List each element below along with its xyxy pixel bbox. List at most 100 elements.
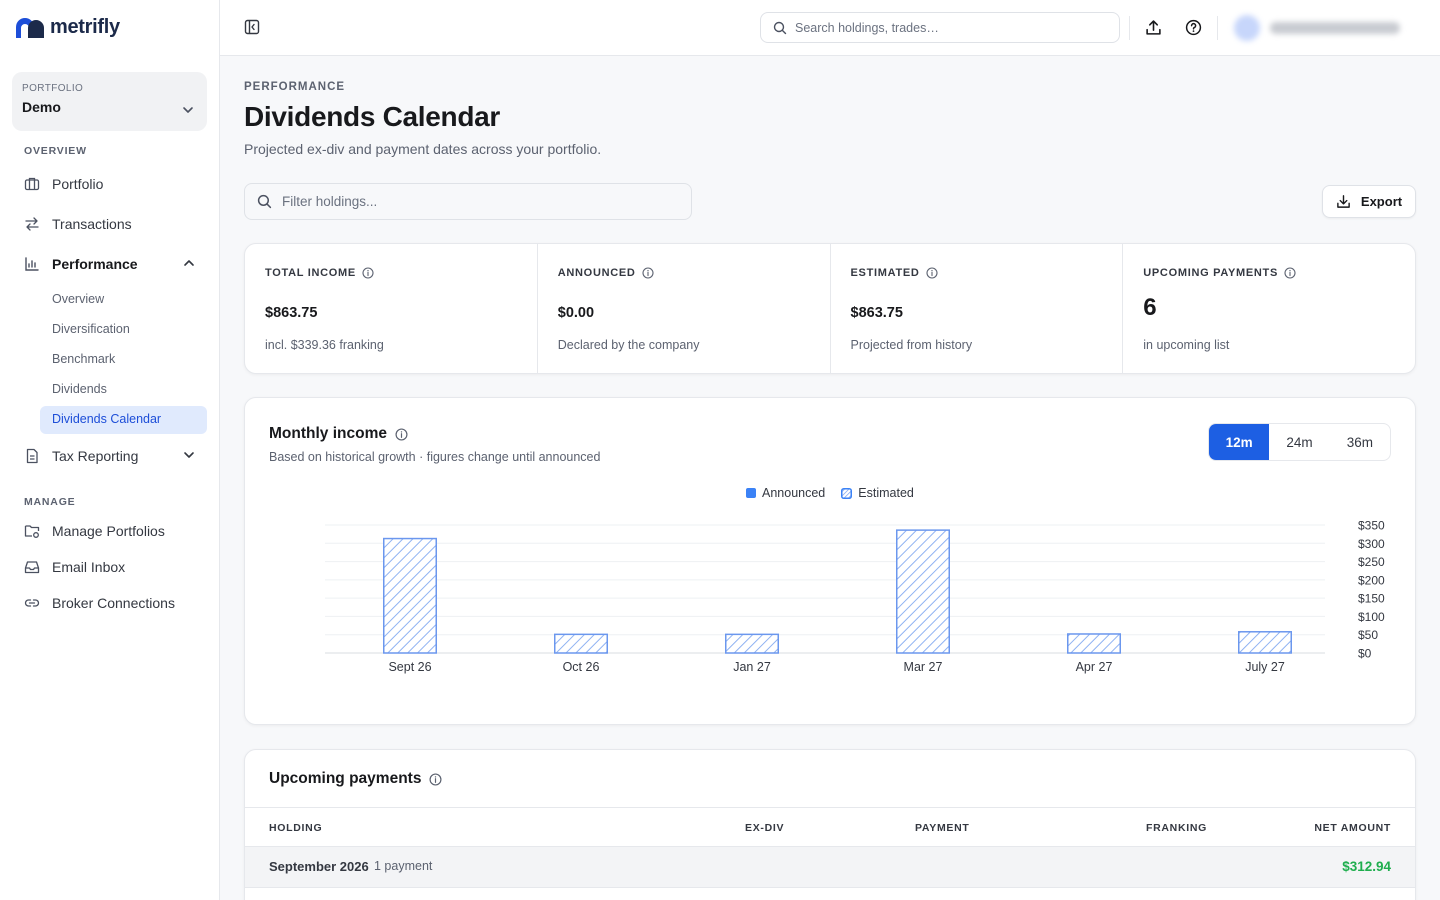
payment-group-count: 1 payment (374, 859, 433, 873)
sidebar-item-label: Tax Reporting (52, 448, 139, 464)
stat-value: 6 (1143, 294, 1157, 321)
column-header-franking[interactable]: FRANKING (1146, 822, 1207, 834)
sidebar-item-email-inbox[interactable]: Email Inbox (24, 555, 208, 579)
stat-upcoming-payments: UPCOMING PAYMENTS 6 in upcoming list (1123, 244, 1415, 373)
global-search-input[interactable]: Search holdings, trades… (760, 12, 1120, 43)
sidebar-item-performance[interactable]: Performance (24, 252, 208, 276)
sidebar-subitem-overview[interactable]: Overview (52, 292, 104, 306)
sidebar-item-label: Email Inbox (52, 559, 126, 575)
export-button-label: Export (1360, 194, 1403, 209)
filter-holdings-input[interactable]: Filter holdings... (244, 183, 692, 220)
table-header: HOLDING EX-DIV PAYMENT FRANKING NET AMOU… (245, 807, 1415, 847)
stat-footnote: in upcoming list (1143, 338, 1230, 352)
x-tick-label: Mar 27 (904, 660, 943, 674)
sidebar-item-label: Portfolio (52, 176, 104, 192)
sidebar-subitem-dividends[interactable]: Dividends (52, 382, 107, 396)
section-label-overview: OVERVIEW (24, 145, 87, 157)
chart-bar-estimated[interactable] (725, 633, 779, 654)
header-divider (1217, 16, 1218, 40)
legend-swatch-announced (746, 488, 756, 498)
stat-value: $863.75 (850, 305, 903, 321)
info-icon[interactable] (362, 267, 374, 279)
stat-value: $863.75 (265, 305, 318, 321)
info-icon[interactable] (429, 772, 442, 786)
sidebar-item-manage-portfolios[interactable]: Manage Portfolios (24, 519, 208, 543)
sidebar-item-label: Transactions (52, 216, 132, 232)
monthly-income-title: Monthly income (269, 425, 408, 443)
chart-bar-estimated[interactable] (896, 529, 950, 654)
sidebar-item-label: Broker Connections (52, 595, 175, 611)
info-icon[interactable] (925, 267, 938, 279)
stat-footnote: incl. $339.36 franking (265, 338, 384, 352)
sidebar-item-tax-reporting[interactable]: Tax Reporting (24, 444, 208, 468)
search-icon (773, 21, 787, 34)
range-selector: 12m 24m 36m (1208, 423, 1391, 461)
filter-holdings-placeholder: Filter holdings... (282, 194, 378, 209)
sidebar-item-transactions[interactable]: Transactions (24, 212, 208, 236)
stat-label: UPCOMING PAYMENTS (1143, 267, 1296, 279)
sidebar-item-broker-connections[interactable]: Broker Connections (24, 591, 208, 615)
stat-value: $0.00 (557, 305, 595, 321)
payment-group-row[interactable]: September 2026 1 payment $312.94 (245, 847, 1415, 888)
sidebar-subitem-benchmark[interactable]: Benchmark (52, 352, 115, 366)
chart-bar-estimated[interactable] (383, 537, 437, 654)
user-menu[interactable] (1234, 15, 1424, 41)
stat-footnote: Projected from history (850, 338, 973, 352)
payment-group-amount: $312.94 (1342, 859, 1391, 874)
app-name: metrifly (50, 16, 120, 38)
y-tick-label: $100 (1358, 610, 1385, 624)
sidebar-toggle-icon[interactable] (244, 19, 260, 35)
search-icon (257, 194, 272, 209)
stat-label: ANNOUNCED (558, 267, 654, 279)
monthly-income-chart: Sept 26 Oct 26 Jan 27 Mar 27 Apr 27 July 27 $… (325, 519, 1385, 674)
column-header-holding[interactable]: HOLDING (269, 822, 322, 834)
range-24m-button[interactable]: 24m (1269, 424, 1329, 460)
chart-bar-estimated[interactable] (1238, 631, 1292, 654)
sidebar: metrifly PORTFOLIO Demo OVERVIEW Portfol… (0, 0, 220, 900)
y-tick-label: $250 (1358, 555, 1385, 569)
upcoming-payments-card: Upcoming payments HOLDING EX-DIV PAYMENT… (244, 749, 1416, 900)
info-icon[interactable] (642, 267, 654, 279)
portfolio-selector[interactable]: PORTFOLIO Demo (12, 72, 207, 131)
x-tick-label: July 27 (1245, 660, 1285, 674)
export-button[interactable]: Export (1322, 185, 1416, 218)
x-tick-label: Oct 26 (563, 660, 600, 674)
x-tick-label: Sept 26 (388, 660, 431, 674)
y-tick-label: $300 (1358, 537, 1385, 551)
logo-icon (16, 17, 44, 38)
column-header-payment[interactable]: PAYMENT (915, 822, 970, 834)
sidebar-subitem-dividends-calendar[interactable]: Dividends Calendar (52, 412, 161, 426)
sidebar-item-portfolio[interactable]: Portfolio (24, 172, 208, 196)
chevron-down-icon (184, 452, 194, 458)
inbox-icon (24, 561, 40, 574)
y-tick-label: $350 (1358, 519, 1385, 533)
range-12m-button[interactable]: 12m (1209, 424, 1270, 460)
portfolio-selector-label: PORTFOLIO (22, 83, 84, 94)
column-header-exdiv[interactable]: EX-DIV (745, 822, 784, 834)
avatar (1234, 15, 1260, 41)
info-icon[interactable] (1284, 267, 1296, 279)
header-divider (1129, 16, 1130, 40)
sidebar-item-label: Manage Portfolios (52, 523, 165, 539)
link-icon (24, 599, 40, 607)
info-icon[interactable] (395, 427, 408, 441)
portfolio-selector-value: Demo (22, 99, 61, 115)
help-icon[interactable] (1185, 19, 1202, 36)
global-search-placeholder: Search holdings, trades… (795, 20, 939, 35)
legend-item-announced[interactable]: Announced (746, 486, 825, 500)
sidebar-item-label: Performance (52, 256, 138, 272)
chart-bar-estimated[interactable] (1067, 633, 1121, 654)
arrows-swap-icon (25, 217, 39, 231)
column-header-net-amount[interactable]: NET AMOUNT (1314, 822, 1391, 834)
sidebar-subitem-diversification[interactable]: Diversification (52, 322, 130, 336)
breadcrumb: PERFORMANCE (244, 81, 346, 93)
range-36m-button[interactable]: 36m (1330, 424, 1390, 460)
app-logo[interactable]: metrifly (16, 16, 120, 39)
stat-announced: ANNOUNCED $0.00 Declared by the company (538, 244, 831, 373)
legend-item-estimated[interactable]: Estimated (841, 486, 914, 500)
chart-legend: Announced Estimated (746, 486, 914, 500)
chart-bar-estimated[interactable] (554, 633, 608, 654)
upcoming-payments-title: Upcoming payments (269, 770, 442, 788)
y-tick-label: $200 (1358, 573, 1385, 587)
upload-icon[interactable] (1145, 19, 1162, 36)
